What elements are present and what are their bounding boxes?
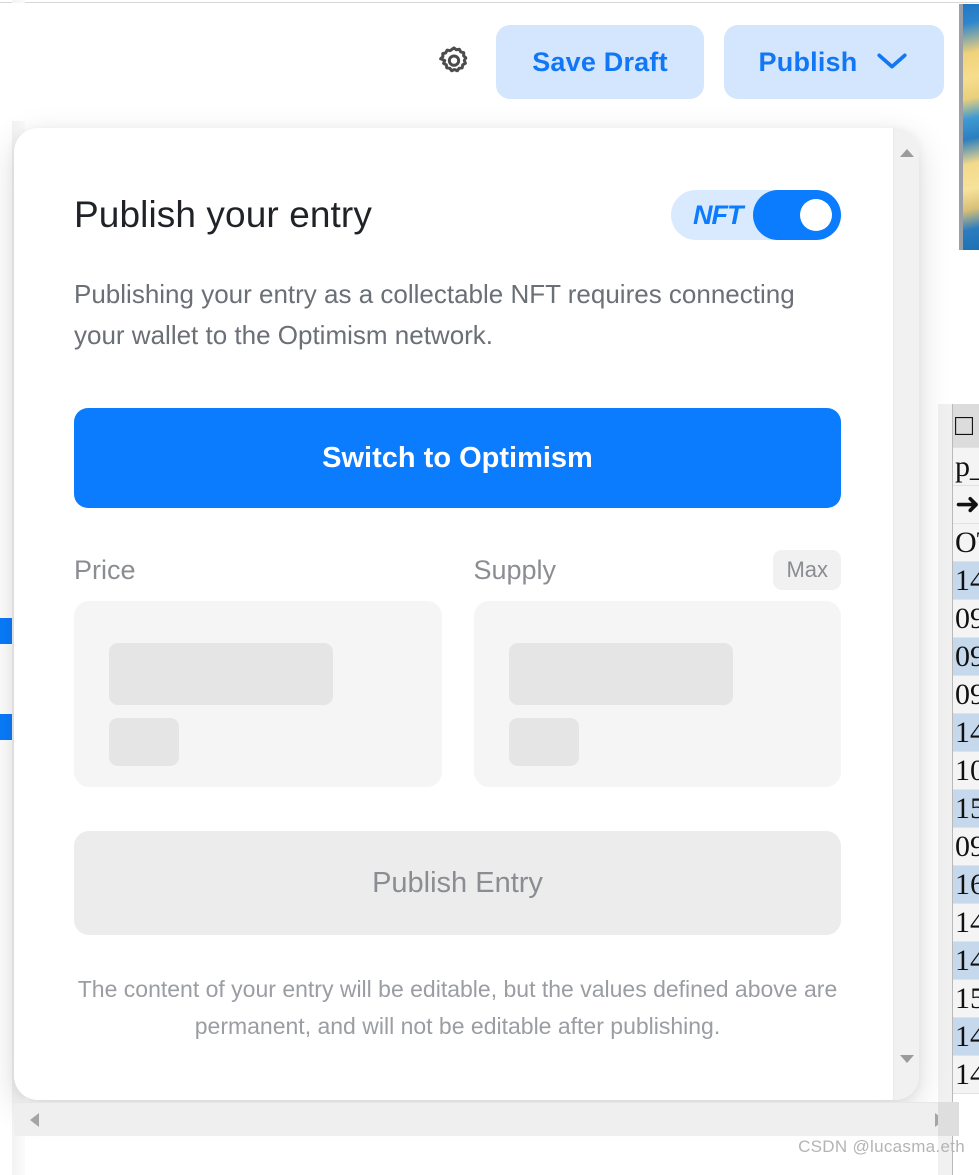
switch-to-optimism-button[interactable]: Switch to Optimism xyxy=(74,408,841,508)
triangle-up-icon xyxy=(900,149,914,157)
horizontal-scrollbar[interactable] xyxy=(14,1102,959,1136)
supply-max-button[interactable]: Max xyxy=(773,550,841,590)
supply-field: Supply Max xyxy=(473,550,841,787)
background-blue-chip xyxy=(0,714,12,740)
background-sheet-row: 09 xyxy=(953,600,979,638)
background-artwork-thumbnail xyxy=(963,4,979,250)
background-sheet-row: 15 xyxy=(953,980,979,1018)
price-supply-row: Price Supply Max xyxy=(74,550,841,787)
background-spreadsheet: □p_➜OT1409090914101509161414151414 xyxy=(952,404,979,1175)
supply-field-header: Supply Max xyxy=(473,550,841,590)
background-sheet-row: 14 xyxy=(953,1018,979,1056)
price-field-label: Price xyxy=(74,554,136,585)
scroll-up-button[interactable] xyxy=(894,140,919,166)
supply-input[interactable] xyxy=(473,601,841,787)
page-title: Publish your entry xyxy=(74,194,372,235)
background-sheet-row: 14 xyxy=(953,714,979,752)
nft-toggle-knob xyxy=(800,199,832,231)
scroll-left-button[interactable] xyxy=(24,1110,44,1130)
watermark: CSDN @lucasma.eth xyxy=(798,1137,965,1156)
settings-button[interactable] xyxy=(432,40,476,84)
price-input[interactable] xyxy=(74,601,442,787)
scrollbar-corner xyxy=(938,1102,959,1136)
background-blue-chip xyxy=(0,618,12,644)
publish-modal-fine-print: The content of your entry will be editab… xyxy=(77,976,838,1039)
background-sheet-row: 09 xyxy=(953,676,979,714)
background-sheet-gutter xyxy=(938,404,952,1175)
background-sheet-row: 10 xyxy=(953,752,979,790)
nft-toggle[interactable]: NFT xyxy=(671,190,841,240)
chevron-down-icon xyxy=(875,47,909,78)
triangle-left-icon xyxy=(29,1112,39,1127)
modal-vertical-scrollbar[interactable] xyxy=(893,128,919,1100)
background-sheet-row: 09 xyxy=(953,638,979,676)
publish-modal-body: Publish your entry NFT Publishing your e… xyxy=(14,128,893,1100)
publish-modal: Publish your entry NFT Publishing your e… xyxy=(14,128,919,1100)
background-sheet-row: 14 xyxy=(953,562,979,600)
publish-dropdown-button[interactable]: Publish xyxy=(724,25,944,99)
background-sheet-row: 16 xyxy=(953,866,979,904)
background-sheet-row: 15 xyxy=(953,790,979,828)
background-sheet-row: 14 xyxy=(953,904,979,942)
skeleton-placeholder xyxy=(508,643,733,705)
publish-button-label: Publish xyxy=(758,46,858,77)
triangle-down-icon xyxy=(900,1055,914,1063)
background-sheet-row: 09 xyxy=(953,828,979,866)
price-field: Price xyxy=(74,550,442,787)
publish-modal-header: Publish your entry NFT xyxy=(74,190,841,240)
supply-field-label: Supply xyxy=(473,554,557,585)
background-sheet-row: ➜ xyxy=(953,486,979,524)
scroll-down-button[interactable] xyxy=(894,1046,919,1072)
publish-entry-button[interactable]: Publish Entry xyxy=(74,831,841,935)
background-sheet-row: 14 xyxy=(953,942,979,980)
skeleton-placeholder xyxy=(109,718,179,766)
publish-modal-wrapper: Publish your entry NFT Publishing your e… xyxy=(14,128,919,1100)
app-root: □p_➜OT1409090914101509161414151414 Save … xyxy=(0,0,979,1175)
skeleton-placeholder xyxy=(508,718,579,766)
editor-toolbar: Save Draft Publish xyxy=(0,3,959,121)
background-sheet-row: 14 xyxy=(953,1056,979,1094)
nft-toggle-label: NFT xyxy=(693,199,743,230)
save-draft-button[interactable]: Save Draft xyxy=(496,25,704,99)
price-field-header: Price xyxy=(74,550,442,590)
skeleton-placeholder xyxy=(109,643,333,705)
background-sheet-row: OT xyxy=(953,524,979,562)
gear-icon xyxy=(436,44,472,80)
background-sheet-row: p_ xyxy=(953,448,979,486)
background-sheet-row: □ xyxy=(953,404,979,448)
publish-modal-description: Publishing your entry as a collectable N… xyxy=(74,279,795,350)
